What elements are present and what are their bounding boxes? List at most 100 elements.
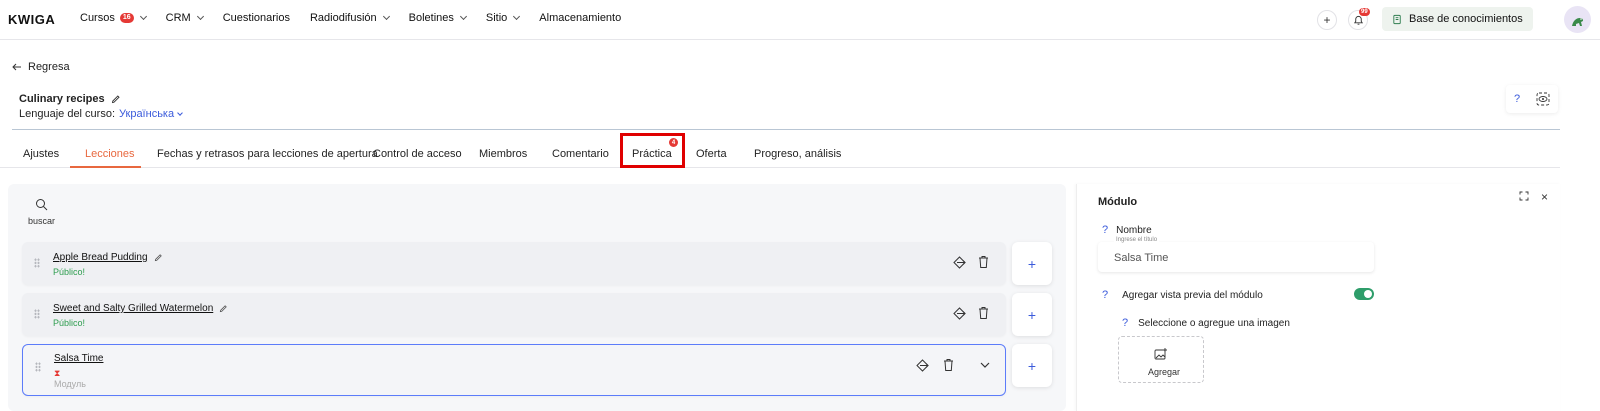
add-lesson-button[interactable]: + [1012,293,1052,336]
nav-item-label: Almacenamiento [539,12,622,24]
tab-progreso[interactable]: Progreso, análisis [754,148,841,160]
nav-item-label: Radiodifusión [309,12,377,24]
help-icon[interactable]: ? [1102,224,1108,236]
back-label: Regresa [28,61,70,73]
name-label-text: Nombre [1116,224,1152,236]
nav-item-sitio[interactable]: Sitio [485,12,521,24]
image-add-icon [1154,348,1167,360]
tab-lecciones[interactable]: Lecciones [85,148,135,160]
language-label: Lenguaje del curso: [19,108,116,120]
trash-icon[interactable] [977,306,990,320]
nav-item-label: CRM [165,12,191,24]
preview-toggle[interactable] [1354,288,1374,300]
module-subtitle: Модуль [54,379,86,389]
tab-fechas[interactable]: Fechas y retrasos para lecciones de aper… [157,148,378,160]
course-language: Lenguaje del curso: Українська [19,108,183,120]
nav-item-crm[interactable]: CRM [165,12,204,24]
trash-icon[interactable] [942,358,955,372]
module-name-hint: Ingrese el título [1114,237,1160,243]
pencil-icon[interactable] [154,253,163,262]
move-icon[interactable] [952,306,967,321]
help-icon[interactable]: ? [1102,289,1108,301]
knowledge-base-button[interactable]: Base de conocimientos [1382,7,1533,31]
pencil-icon[interactable] [111,94,121,104]
lesson-status: Público! [53,318,86,328]
lesson-title-text: Sweet and Salty Grilled Watermelon [53,303,214,314]
bell-icon [1353,15,1363,25]
main-menu: Cursos 16 CRM Cuestionarios Radiodifusió… [80,12,621,24]
nav-item-label: Boletines [408,12,454,24]
chevron-down-icon [459,12,467,21]
lesson-row[interactable]: Apple Bread Pudding Público! [22,242,1006,285]
preview-toggle-label: ? Agregar vista previa del módulo [1102,289,1263,301]
lesson-status: Público! [53,267,86,277]
drag-handle-icon[interactable] [34,309,40,319]
language-value: Українська [119,108,175,120]
arrow-left-icon [12,63,21,71]
drag-handle-icon[interactable] [34,258,40,268]
row-actions [915,358,991,373]
chevron-down-icon [177,109,183,116]
move-icon[interactable] [915,358,930,373]
search-icon [35,199,47,211]
help-icon[interactable]: ? [1514,93,1520,105]
move-icon[interactable] [952,255,967,270]
book-icon [1393,14,1401,24]
hourglass-icon: ⧗ [54,368,61,378]
avatar[interactable] [1564,6,1591,33]
lesson-row[interactable]: Sweet and Salty Grilled Watermelon Públi… [22,293,1006,336]
notifications-button[interactable]: 99 [1348,8,1370,30]
module-row-selected[interactable]: Salsa Time ⧗ Модуль [22,344,1006,396]
chevron-down-icon [139,12,147,21]
nav-item-cuestionarios[interactable]: Cuestionarios [223,12,290,24]
nav-item-cursos[interactable]: Cursos 16 [80,12,147,24]
active-tab-indicator [70,166,141,168]
nav-item-label: Cuestionarios [222,12,290,24]
drag-handle-icon[interactable] [35,362,41,372]
add-lesson-button[interactable]: + [1012,242,1052,285]
tab-miembros[interactable]: Miembros [479,148,527,160]
module-title-text: Salsa Time [54,353,104,364]
nav-item-label: Sitio [485,12,508,24]
lesson-title-text: Apple Bread Pudding [53,252,148,263]
tab-oferta[interactable]: Oferta [696,148,727,160]
chevron-down-icon [513,12,521,21]
logo[interactable]: KWIGA [8,12,55,27]
preview-eye-icon[interactable] [1536,92,1550,106]
nav-item-radiodifusion[interactable]: Radiodifusión [309,12,390,24]
help-preview-card: ? [1506,85,1558,113]
trash-icon[interactable] [977,255,990,269]
lesson-title[interactable]: Sweet and Salty Grilled Watermelon [53,303,228,314]
dinosaur-avatar-icon [1571,17,1583,26]
image-select-label: ? Seleccione o agregue una imagen [1122,317,1290,329]
knowledge-base-label: Base de conocimientos [1409,13,1523,25]
row-actions [952,306,990,321]
preview-label-text: Agregar vista previa del módulo [1122,289,1263,301]
course-tabs: Ajustes Lecciones Fechas y retrasos para… [0,130,1560,168]
tab-ajustes[interactable]: Ajustes [23,148,59,160]
close-icon[interactable]: × [1541,190,1548,204]
tab-control-acceso[interactable]: Control de acceso [373,148,462,160]
module-panel-title: Módulo [1098,196,1138,208]
create-button[interactable]: + [1317,10,1337,30]
chevron-down-icon [382,12,390,21]
nav-item-label: Cursos [80,12,115,24]
lesson-title[interactable]: Apple Bread Pudding [53,252,163,263]
expand-icon[interactable] [1519,191,1529,201]
module-title[interactable]: Salsa Time [54,353,103,364]
nav-badge: 16 [119,13,134,23]
chevron-down-icon [196,12,204,21]
chevron-down-icon[interactable] [979,358,991,372]
add-image-label: Agregar [1148,367,1181,377]
nav-item-boletines[interactable]: Boletines [408,12,467,24]
tab-practica-badge: 4 [669,138,678,147]
notifications-badge: 99 [1359,8,1370,16]
back-link[interactable]: Regresa [12,61,70,73]
help-icon[interactable]: ? [1122,317,1128,329]
search-button[interactable] [28,198,54,214]
pencil-icon[interactable] [219,304,228,313]
add-lesson-button[interactable]: + [1012,344,1052,387]
nav-item-almacenamiento[interactable]: Almacenamiento [539,12,621,24]
tab-comentario[interactable]: Comentario [552,148,609,160]
language-select[interactable]: Українська [119,108,183,120]
